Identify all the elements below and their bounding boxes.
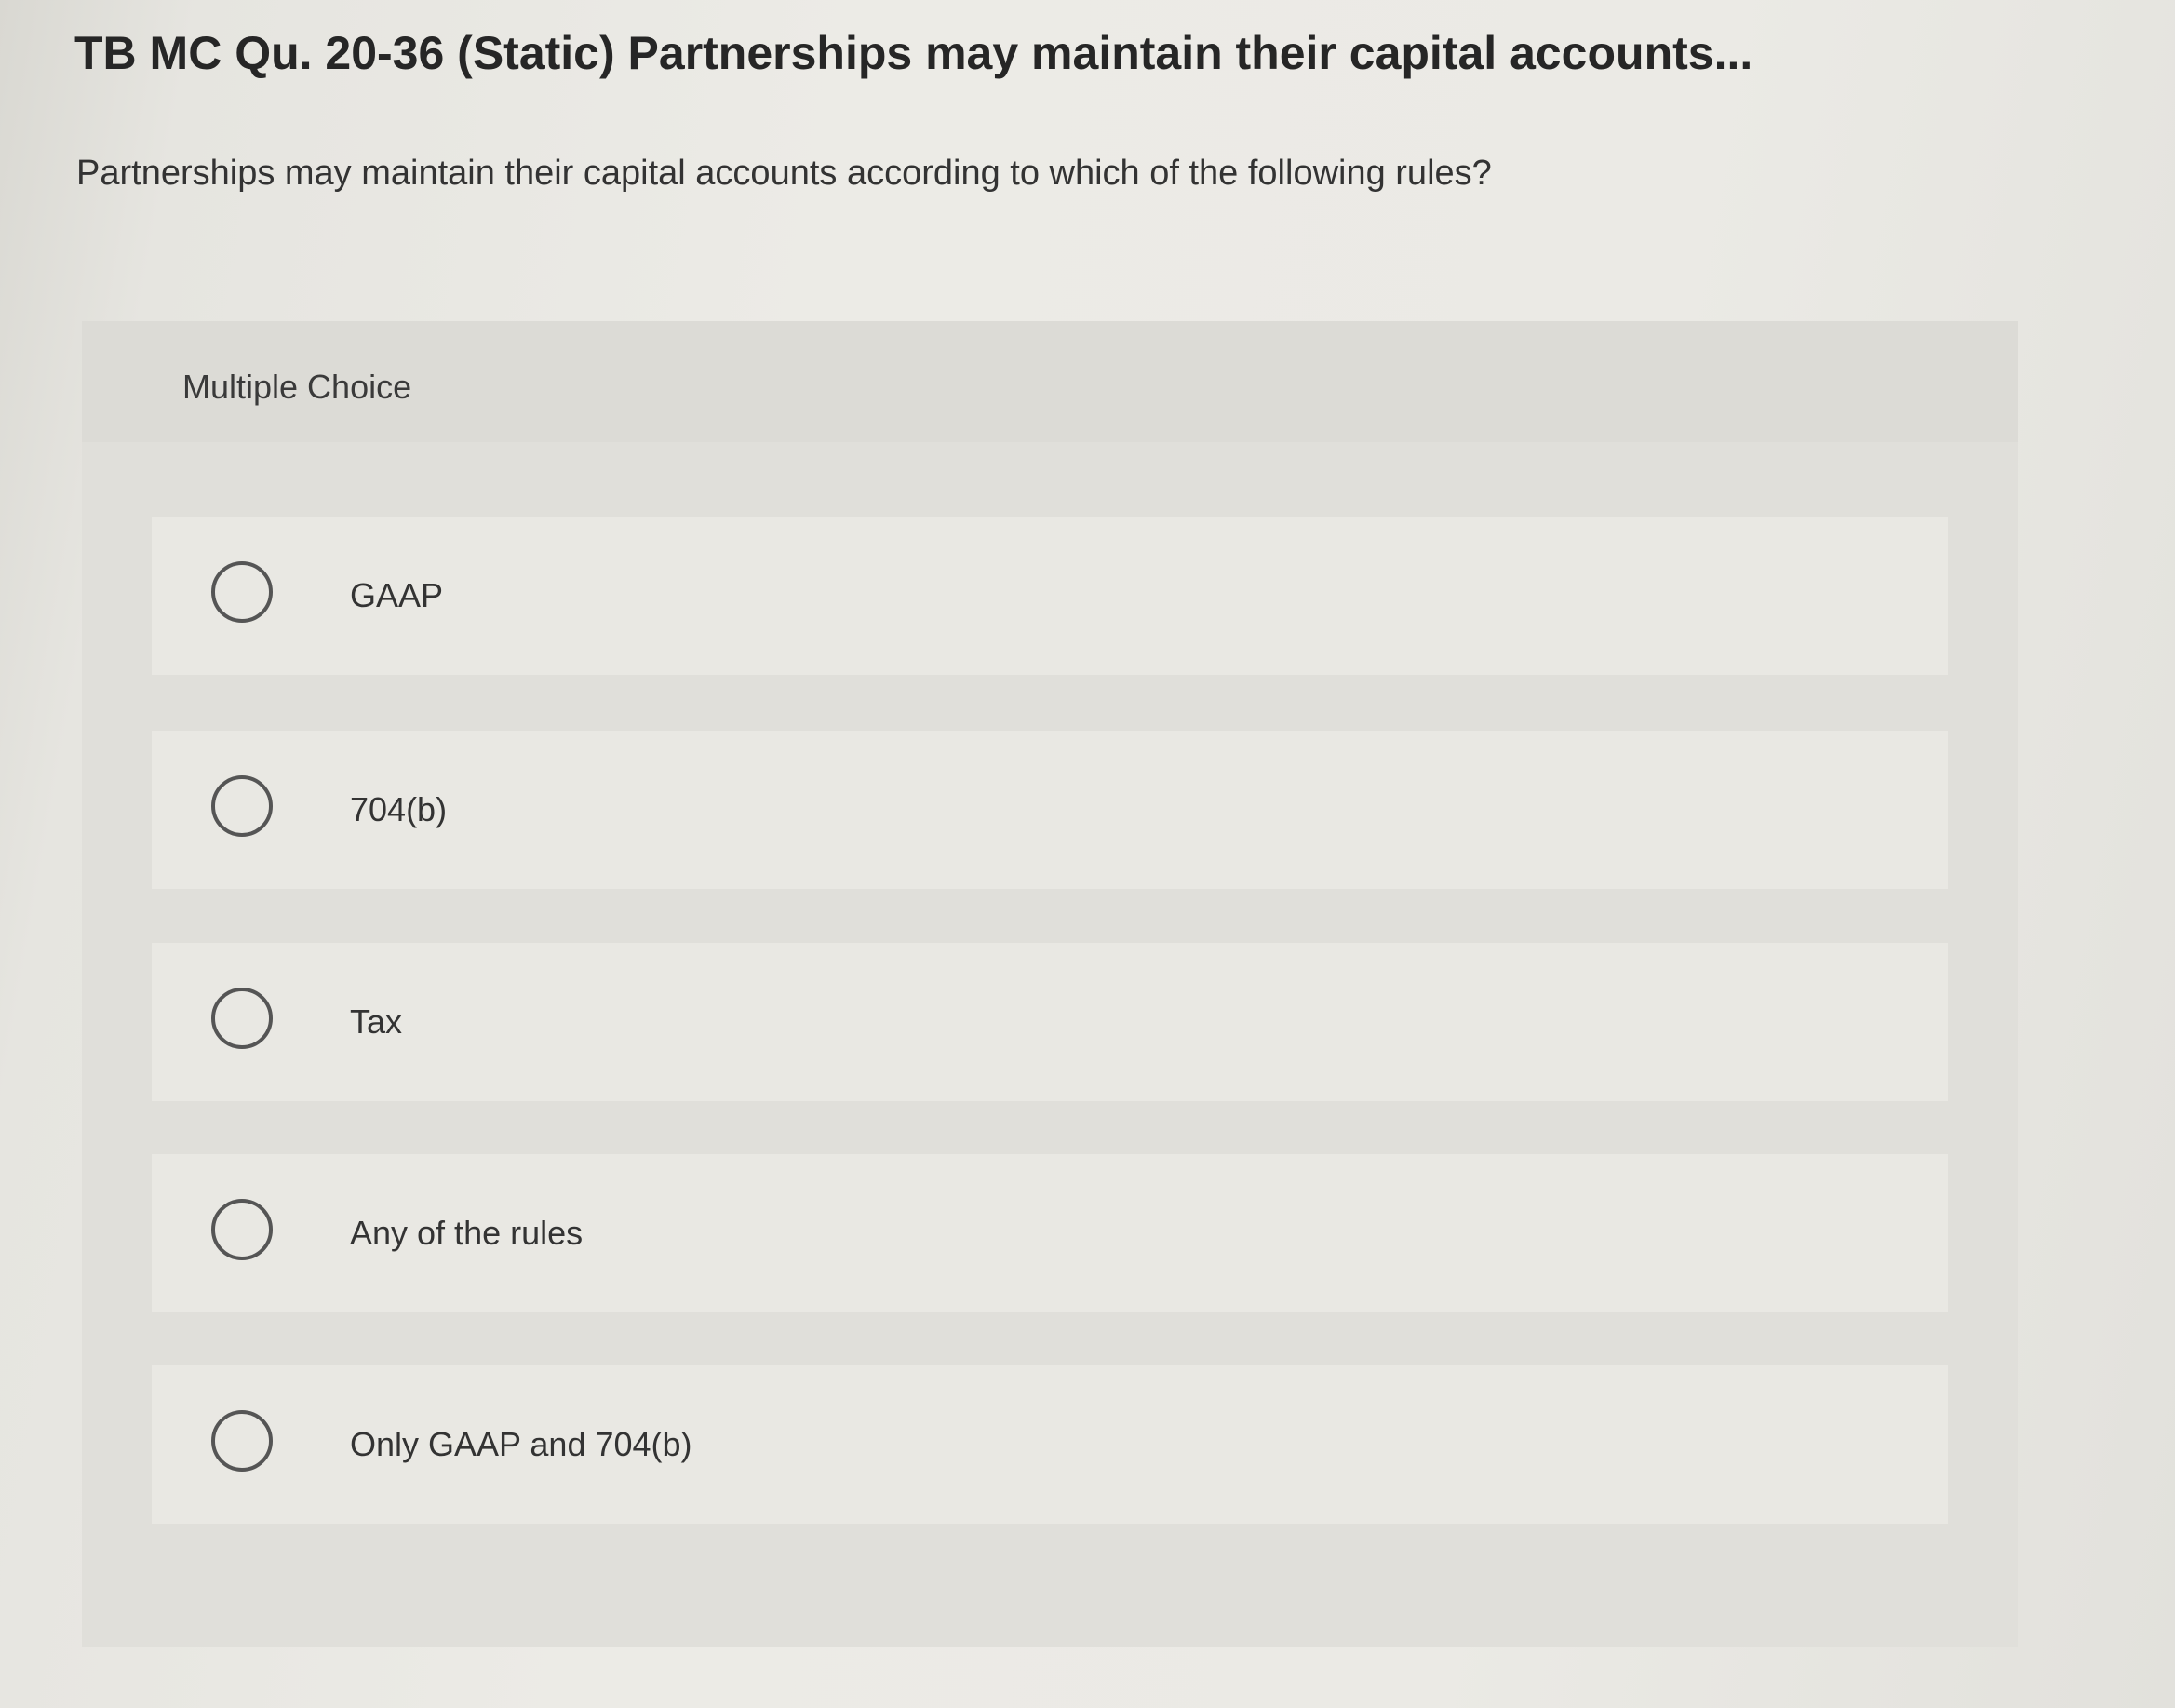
page-title: TB MC Qu. 20-36 (Static) Partnerships ma… xyxy=(74,27,1753,79)
multiple-choice-panel: Multiple Choice GAAP 704(b) Tax Any of t… xyxy=(82,321,2018,1647)
option-label: Tax xyxy=(350,1002,403,1041)
multiple-choice-label: Multiple Choice xyxy=(182,368,412,406)
option-only-gaap-and-704b[interactable]: Only GAAP and 704(b) xyxy=(152,1365,1948,1524)
option-label: GAAP xyxy=(350,576,444,614)
multiple-choice-header: Multiple Choice xyxy=(82,321,2018,442)
option-label: 704(b) xyxy=(350,790,448,828)
option-label: Any of the rules xyxy=(350,1214,584,1252)
radio-button[interactable] xyxy=(211,561,273,623)
option-gaap[interactable]: GAAP xyxy=(152,517,1948,675)
option-704b[interactable]: 704(b) xyxy=(152,731,1948,889)
question-text: Partnerships may maintain their capital … xyxy=(76,154,1492,193)
option-tax[interactable]: Tax xyxy=(152,943,1948,1101)
option-any-of-the-rules[interactable]: Any of the rules xyxy=(152,1154,1948,1312)
radio-button[interactable] xyxy=(211,1410,273,1472)
radio-button[interactable] xyxy=(211,988,273,1049)
option-label: Only GAAP and 704(b) xyxy=(350,1425,692,1463)
radio-button[interactable] xyxy=(211,775,273,837)
radio-button[interactable] xyxy=(211,1199,273,1260)
